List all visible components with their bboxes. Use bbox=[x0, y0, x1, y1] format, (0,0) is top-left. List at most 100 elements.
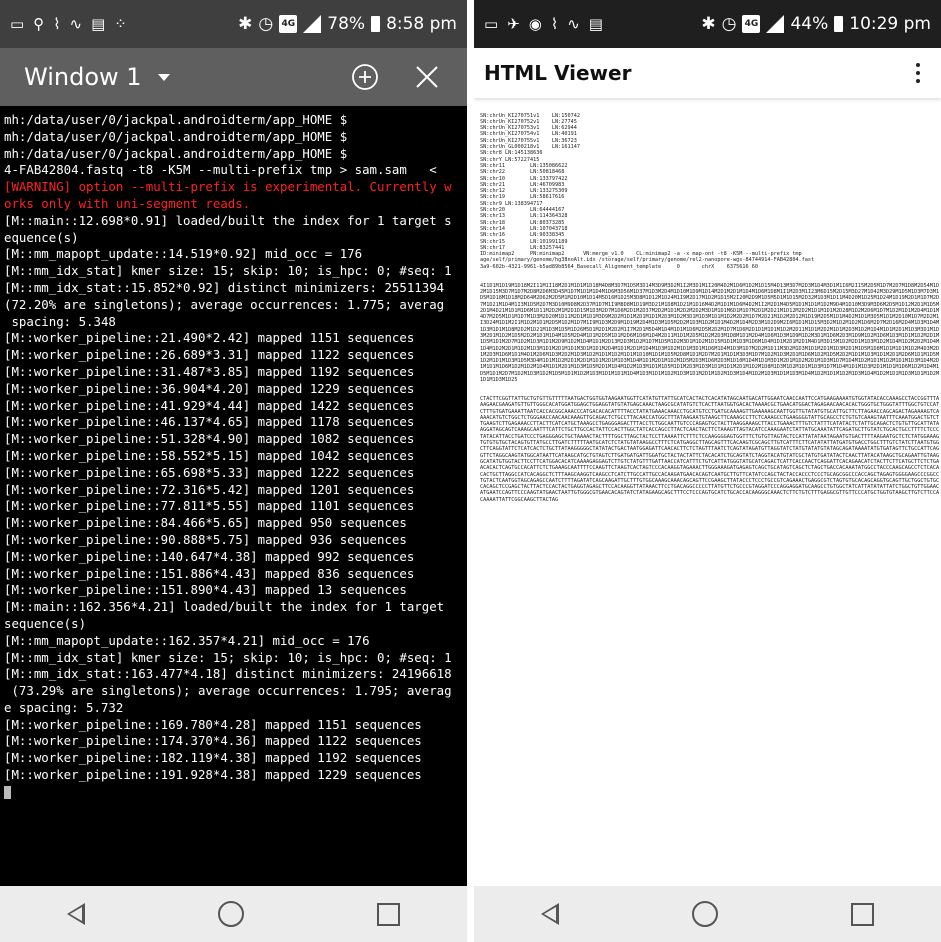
battery-icon bbox=[371, 16, 381, 32]
overflow-menu-icon[interactable] bbox=[913, 63, 923, 83]
terminal-line: [M::worker_pipeline::36.904*4.20] mapped… bbox=[4, 380, 415, 396]
battery-icon bbox=[834, 16, 844, 32]
terminal-toolbar: Window 1 bbox=[0, 48, 467, 106]
alarm-icon: ◷ bbox=[721, 14, 737, 34]
recents-icon[interactable] bbox=[377, 902, 401, 926]
usb-icon: ⚲ bbox=[33, 15, 45, 33]
terminal-line: [M::worker_pipeline::84.466*5.65] mapped… bbox=[4, 515, 407, 531]
terminal-line: sequence(s) bbox=[4, 615, 87, 631]
keyboard-icon: ▭ bbox=[10, 15, 25, 33]
cigar-string: 4I1D1M1D19M1D18M2I11M1I18M2D1M1D1M1D18M4… bbox=[480, 282, 940, 384]
terminal-line: equence(s) bbox=[4, 229, 79, 245]
close-icon bbox=[416, 66, 438, 88]
keyboard-icon: ▭ bbox=[484, 15, 499, 33]
recents-icon[interactable] bbox=[851, 902, 875, 926]
terminal-line: [M::worker_pipeline::182.119*4.38] mappe… bbox=[4, 750, 422, 766]
terminal-line: [M::mm_idx_stat] kmer size: 15; skip: 10… bbox=[4, 649, 452, 665]
clock: 8:58 pm bbox=[386, 14, 457, 34]
app-title: HTML Viewer bbox=[484, 61, 632, 85]
message-icon: ▤ bbox=[588, 15, 603, 33]
terminal-line: [M::main::162.356*4.21] loaded/built the… bbox=[4, 599, 445, 615]
dropdown-arrow-icon bbox=[157, 73, 170, 81]
terminal-line: mh:/data/user/0/jackpal.androidterm/app_… bbox=[4, 112, 348, 127]
signal-icon bbox=[766, 15, 785, 33]
header-line: 3a9-602b-4321-9961-b5ad89b8564_Basecall_… bbox=[480, 263, 758, 270]
messenger-icon: ◉ bbox=[528, 15, 542, 33]
pulse-chart-icon: ⌇ bbox=[53, 15, 61, 33]
status-bar-right: ▭ ✈ ◉ ⌇ ∿ ▤ ✱ ◷ 4G 44% 10:29 pm bbox=[474, 0, 941, 48]
notification-icons: ▭ ✈ ◉ ⌇ ∿ ▤ bbox=[484, 15, 701, 33]
heartbeat-icon: ∿ bbox=[567, 15, 580, 33]
terminal-line: [M::worker_pipeline::31.487*3.85] mapped… bbox=[4, 363, 415, 379]
4g-icon: 4G bbox=[742, 15, 761, 33]
app-bar: HTML Viewer bbox=[474, 48, 941, 98]
terminal-line: [M::worker_pipeline::151.890*4.43] mappe… bbox=[4, 582, 407, 598]
terminal-line: [M::main::12.698*0.91] loaded/built the … bbox=[4, 212, 452, 228]
terminal-line: [M::worker_pipeline::65.698*5.33] mapped… bbox=[4, 464, 415, 480]
status-bar-left: ▭ ⚲ ⌇ ∿ ▤ ⁘ ✱ ◷ 4G 78% 8:58 pm bbox=[0, 0, 467, 48]
battery-percent: 78% bbox=[327, 14, 366, 34]
terminal-line: mh:/data/user/0/jackpal.androidterm/app_… bbox=[4, 145, 348, 161]
terminal-line: [M::worker_pipeline::169.780*4.28] mappe… bbox=[4, 716, 422, 732]
terminal-line: [M::mm_idx_stat::15.852*0.92] distinct m… bbox=[4, 279, 445, 295]
terminal-line: [M::worker_pipeline::140.647*4.38] mappe… bbox=[4, 548, 415, 564]
terminal-line: [M::worker_pipeline::41.929*4.44] mapped… bbox=[4, 397, 415, 413]
4g-icon: 4G bbox=[279, 15, 298, 33]
system-indicators: ✱ ◷ 4G 44% 10:29 pm bbox=[701, 14, 931, 34]
window-title: Window 1 bbox=[24, 63, 142, 91]
terminal-line: [M::mm_mapopt_update::162.357*4.21] mid_… bbox=[4, 632, 370, 648]
terminal-line: (73.29% are singletons); average occurre… bbox=[4, 683, 452, 699]
dots-grid-icon: ⁘ bbox=[114, 15, 127, 33]
terminal-line: [M::worker_pipeline::72.316*5.42] mapped… bbox=[4, 481, 415, 497]
terminal-line: [M::worker_pipeline::46.137*4.65] mapped… bbox=[4, 414, 415, 430]
terminal-line: [M::worker_pipeline::174.370*4.36] mappe… bbox=[4, 733, 422, 749]
terminal-line: [M::worker_pipeline::90.888*5.75] mapped… bbox=[4, 531, 407, 547]
terminal-line: orks only with uni-segment reads. bbox=[4, 195, 251, 211]
terminal-line: (72.20% are singletons); average occurre… bbox=[4, 296, 445, 312]
terminal-line: [M::worker_pipeline::77.811*5.55] mapped… bbox=[4, 498, 415, 514]
heartbeat-icon: ∿ bbox=[69, 15, 83, 33]
nav-bar-left bbox=[0, 886, 467, 942]
back-icon[interactable] bbox=[540, 903, 559, 925]
signal-icon bbox=[303, 15, 322, 33]
terminal-line: [M::worker_pipeline::58.552*5.15] mapped… bbox=[4, 447, 415, 463]
terminal-line: [WARNING] option --multi-prefix is exper… bbox=[4, 179, 452, 195]
terminal-line: 4-FAB42804.fastq -t8 -K5M --multi-prefix… bbox=[4, 162, 437, 178]
pulse-chart-icon: ⌇ bbox=[550, 15, 559, 33]
battery-percent: 44% bbox=[790, 14, 829, 34]
terminal-line: spacing: 5.348 bbox=[4, 313, 116, 329]
terminal-line: [M::worker_pipeline::151.886*4.43] mappe… bbox=[4, 565, 415, 581]
add-circle-icon bbox=[352, 64, 378, 90]
terminal-line: [M::mm_idx_stat::163.477*4.18] distinct … bbox=[4, 666, 452, 682]
terminal-line: [M::mm_mapopt_update::14.519*0.92] mid_o… bbox=[4, 246, 363, 262]
terminal-line: [M::worker_pipeline::191.928*4.38] mappe… bbox=[4, 767, 422, 783]
terminal-line: [M::worker_pipeline::26.689*3.31] mapped… bbox=[4, 347, 415, 363]
new-window-button[interactable] bbox=[349, 61, 381, 93]
back-icon[interactable] bbox=[66, 903, 85, 925]
terminal-screen: ▭ ⚲ ⌇ ∿ ▤ ⁘ ✱ ◷ 4G 78% 8:58 pm Window 1 … bbox=[0, 0, 467, 942]
system-indicators: ✱ ◷ 4G 78% 8:58 pm bbox=[238, 14, 457, 34]
nav-bar-right bbox=[474, 886, 941, 942]
terminal-line: [M::mm_idx_stat] kmer size: 15; skip: 10… bbox=[4, 263, 452, 279]
window-selector[interactable]: Window 1 bbox=[24, 63, 319, 91]
home-icon[interactable] bbox=[217, 901, 244, 927]
bluetooth-icon: ✱ bbox=[238, 14, 253, 34]
terminal-line: [M::worker_pipeline::21.490*2.42] mapped… bbox=[4, 330, 415, 346]
close-window-button[interactable] bbox=[411, 61, 443, 93]
html-viewer-screen: ▭ ✈ ◉ ⌇ ∿ ▤ ✱ ◷ 4G 44% 10:29 pm HTML Vie… bbox=[474, 0, 941, 942]
read-sequence: CTACTTCGGTTATTGCTGTGTTGTTTTTAATGACTGGTGG… bbox=[480, 395, 940, 503]
alarm-icon: ◷ bbox=[258, 14, 274, 34]
terminal-line: mh:/data/user/0/jackpal.androidterm/app_… bbox=[4, 128, 348, 144]
terminal-line: [M::worker_pipeline::51.328*4.90] mapped… bbox=[4, 431, 415, 447]
notification-icons: ▭ ⚲ ⌇ ∿ ▤ ⁘ bbox=[10, 15, 238, 33]
terminal-output[interactable]: mh:/data/user/0/jackpal.androidterm/app_… bbox=[0, 106, 467, 812]
document-content[interactable]: SN:chrUn_KI270751v1 LN:150742 SN:chrUn_KI… bbox=[474, 98, 941, 880]
sam-header: SN:chrUn_KI270751v1 LN:150742 SN:chrUn_KI… bbox=[480, 113, 941, 270]
message-icon: ▤ bbox=[91, 15, 106, 33]
home-icon[interactable] bbox=[691, 901, 718, 927]
bluetooth-icon: ✱ bbox=[701, 14, 716, 34]
twitter-icon: ✈ bbox=[507, 15, 520, 33]
clock: 10:29 pm bbox=[849, 14, 931, 34]
cursor bbox=[4, 785, 11, 799]
terminal-line: e spacing: 5.732 bbox=[4, 699, 124, 715]
